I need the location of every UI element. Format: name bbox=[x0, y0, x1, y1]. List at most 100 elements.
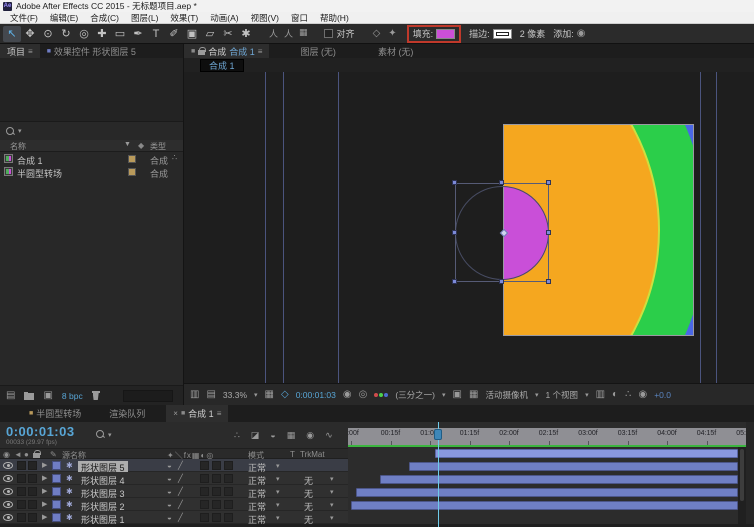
layer-quality-icon[interactable]: ◒ ╱ bbox=[167, 461, 185, 470]
layer-duration-bar[interactable] bbox=[356, 488, 738, 497]
stroke-width-value[interactable]: 2 像素 bbox=[520, 27, 546, 40]
local-axis-mode-icon[interactable]: 人 bbox=[269, 27, 278, 40]
snapping-checkbox[interactable] bbox=[323, 29, 333, 38]
layer-label-swatch[interactable] bbox=[52, 513, 61, 522]
project-item-name[interactable]: 半圆型转场 bbox=[17, 167, 62, 180]
menu-item-动画[interactable]: 动画(A) bbox=[204, 12, 244, 24]
resolution-value[interactable]: (三分之一) bbox=[395, 389, 435, 401]
blend-mode-caret-icon[interactable]: ▾ bbox=[276, 488, 280, 496]
menu-item-编辑[interactable]: 编辑(E) bbox=[44, 12, 84, 24]
tab-effect-controls[interactable]: ■ 效果控件 形状图层 5 bbox=[40, 44, 143, 58]
puppet-pin-tool[interactable]: ✱ bbox=[237, 26, 255, 42]
label-color-swatch[interactable] bbox=[128, 155, 136, 163]
selection-handle[interactable] bbox=[499, 279, 504, 284]
menu-item-帮助[interactable]: 帮助(H) bbox=[314, 12, 355, 24]
tab-project[interactable]: 项目 ≡ bbox=[0, 44, 40, 58]
switch-box[interactable] bbox=[200, 500, 209, 509]
show-channel-icon[interactable] bbox=[374, 392, 389, 397]
time-ruler[interactable]: 0:00f00:15f01:00f01:15f02:00f02:15f03:00… bbox=[348, 428, 746, 445]
guide-line[interactable] bbox=[700, 72, 701, 383]
blend-mode-caret-icon[interactable]: ▾ bbox=[276, 514, 280, 522]
lock-icon[interactable] bbox=[198, 47, 207, 55]
new-composition-icon[interactable]: ▣ bbox=[43, 390, 52, 401]
guide-line[interactable] bbox=[716, 72, 717, 383]
blend-mode-caret-icon[interactable]: ▾ bbox=[276, 462, 280, 470]
tab-footage[interactable]: 素材 (无) bbox=[371, 44, 421, 58]
menu-item-窗口[interactable]: 窗口 bbox=[285, 12, 314, 24]
playhead-handle[interactable] bbox=[433, 429, 442, 440]
hide-shy-layers-icon[interactable]: ◒ bbox=[270, 430, 275, 441]
menu-item-文件[interactable]: 文件(F) bbox=[4, 12, 44, 24]
camera-caret-icon[interactable]: ▾ bbox=[535, 391, 539, 399]
solo-toggle[interactable] bbox=[17, 461, 26, 470]
layer-label-swatch[interactable] bbox=[52, 500, 61, 509]
layer-label-swatch[interactable] bbox=[52, 487, 61, 496]
panel-menu-icon[interactable]: ≡ bbox=[217, 409, 222, 418]
project-column-header[interactable]: 名称 ▼ ◆ 类型 bbox=[0, 140, 183, 152]
panel-menu-icon[interactable]: ≡ bbox=[258, 47, 263, 56]
switch-box[interactable] bbox=[212, 487, 221, 496]
fast-previews-icon[interactable]: ◐ bbox=[612, 389, 618, 400]
selection-handle[interactable] bbox=[452, 230, 457, 235]
label-color-swatch[interactable] bbox=[128, 168, 136, 176]
mask-visibility-icon[interactable]: ◇ bbox=[281, 389, 289, 400]
layer-quality-icon[interactable]: ◒ ╱ bbox=[167, 474, 185, 483]
layer-row[interactable]: ▶ ✱ 形状图层 5 ◒ ╱ 正常 ▾ bbox=[0, 459, 348, 474]
hand-tool[interactable]: ✥ bbox=[21, 26, 39, 42]
switch-box[interactable] bbox=[200, 461, 209, 470]
motion-blur-icon[interactable]: ◉ bbox=[306, 430, 314, 441]
new-folder-icon[interactable] bbox=[24, 391, 35, 400]
bit-depth-indicator[interactable]: 8 bpc bbox=[62, 391, 83, 401]
column-name[interactable]: 名称 bbox=[10, 141, 26, 152]
menu-item-效果[interactable]: 效果(T) bbox=[164, 12, 204, 24]
type-tool[interactable]: T bbox=[147, 26, 165, 42]
selection-handle[interactable] bbox=[499, 180, 504, 185]
magnification-caret-icon[interactable]: ▾ bbox=[254, 391, 258, 399]
expander-icon[interactable]: ▶ bbox=[42, 500, 47, 508]
switch-box[interactable] bbox=[200, 513, 209, 522]
timeline-track-area[interactable]: 0:00f00:15f01:00f01:15f02:00f02:15f03:00… bbox=[348, 422, 746, 527]
switch-box[interactable] bbox=[224, 500, 233, 509]
layer-quality-icon[interactable]: ◒ ╱ bbox=[167, 513, 185, 522]
layer-visibility-icon[interactable] bbox=[3, 514, 13, 521]
timeline-tab-半圆型转场[interactable]: ■ 半圆型转场 bbox=[22, 405, 88, 422]
tool-creates-shape-icon[interactable]: ✦ bbox=[388, 28, 396, 39]
layer-quality-icon[interactable]: ◒ ╱ bbox=[167, 487, 185, 496]
label-column-icon[interactable]: ◆ bbox=[138, 141, 144, 150]
exposure-value[interactable]: +0.0 bbox=[654, 390, 671, 400]
expander-icon[interactable]: ▶ bbox=[42, 513, 47, 521]
comp-navigator[interactable]: 合成 1 bbox=[200, 59, 244, 72]
layer-duration-bar[interactable] bbox=[408, 462, 738, 471]
switch-box[interactable] bbox=[212, 500, 221, 509]
shape-tool[interactable]: ▭ bbox=[111, 26, 129, 42]
column-type[interactable]: 类型 bbox=[150, 141, 166, 152]
solo-toggle[interactable] bbox=[17, 474, 26, 483]
layer-duration-bar[interactable] bbox=[379, 475, 738, 484]
switch-box[interactable] bbox=[212, 474, 221, 483]
menu-item-合成[interactable]: 合成(C) bbox=[84, 12, 125, 24]
timeline-scrollbar[interactable] bbox=[738, 447, 746, 527]
lock-toggle[interactable] bbox=[28, 487, 37, 496]
tab-layer[interactable]: 图层 (无) bbox=[293, 44, 343, 58]
switch-box[interactable] bbox=[224, 487, 233, 496]
view-layout-caret-icon[interactable]: ▾ bbox=[585, 391, 589, 399]
switch-box[interactable] bbox=[200, 474, 209, 483]
snapshot-icon[interactable]: ◉ bbox=[343, 389, 352, 400]
graph-editor-icon[interactable]: ∿ bbox=[325, 430, 333, 441]
pixel-aspect-icon[interactable]: ▥ bbox=[596, 389, 605, 400]
show-snapshot-icon[interactable]: ◎ bbox=[359, 389, 368, 400]
add-icon[interactable]: ◉ bbox=[577, 28, 586, 39]
menu-item-视图[interactable]: 视图(V) bbox=[245, 12, 285, 24]
comp-flowchart-icon[interactable]: ∴ bbox=[625, 389, 631, 400]
layer-label-swatch[interactable] bbox=[52, 461, 61, 470]
view-layout-value[interactable]: 1 个视图 bbox=[545, 389, 578, 401]
menu-item-图层[interactable]: 图层(L) bbox=[125, 12, 164, 24]
switch-box[interactable] bbox=[224, 474, 233, 483]
project-item-row[interactable]: 半圆型转场 合成 bbox=[0, 165, 183, 180]
resolution-caret-icon[interactable]: ▾ bbox=[442, 391, 446, 399]
stroke-color-swatch[interactable] bbox=[492, 28, 512, 39]
layer-row[interactable]: ▶ ✱ 形状图层 3 ◒ ╱ 正常 ▾ 无 ▾ bbox=[0, 485, 348, 499]
guide-line[interactable] bbox=[338, 72, 339, 383]
view-options-icon[interactable]: ▥ bbox=[190, 389, 199, 400]
selection-handle[interactable] bbox=[546, 279, 551, 284]
